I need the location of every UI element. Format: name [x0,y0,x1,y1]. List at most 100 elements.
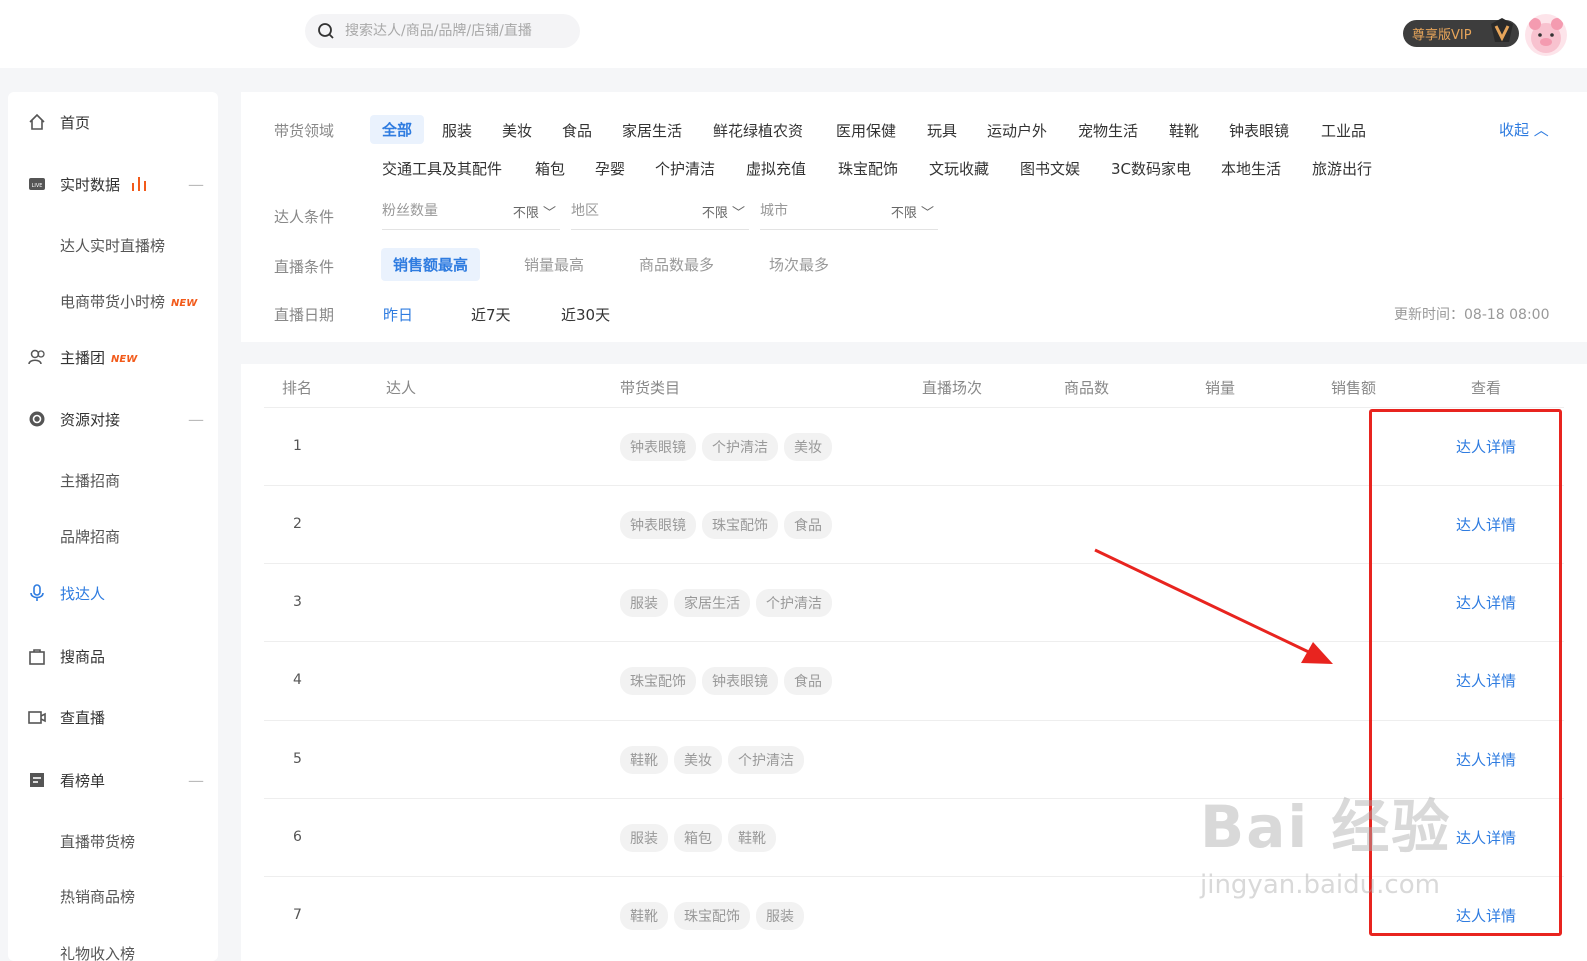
category-item[interactable]: 宠物生活 [1078,120,1138,141]
category-item[interactable]: 运动户外 [987,120,1047,141]
sort-sessions[interactable]: 场次最多 [757,248,841,281]
category-item[interactable]: 家居生活 [622,120,682,141]
sidebar-item-realtime-live-rank[interactable]: 达人实时直播榜 [60,230,240,260]
collapse-dash-icon[interactable]: — [188,410,204,429]
date-yesterday[interactable]: 昨日 [383,304,413,325]
live-icon: LIVE [26,173,48,195]
column-header-talent: 达人 [386,379,417,397]
category-item[interactable]: 美妆 [502,120,532,141]
sidebar-item-search-goods[interactable]: 搜商品 [26,641,206,671]
sidebar-item-label: 看榜单 [60,771,106,790]
vip-badge[interactable]: 尊享版VIP [1403,18,1519,47]
collapse-dash-icon[interactable]: — [188,175,204,194]
category-item[interactable]: 个护清洁 [655,158,715,179]
sidebar-item-label: 主播团 [60,348,106,367]
region-select-value: 不限 ﹀ [701,206,745,221]
sidebar-item-anchor-recruit[interactable]: 主播招商 [60,465,240,495]
category-item[interactable]: 图书文娱 [1020,158,1080,179]
date-30-days[interactable]: 近30天 [561,304,610,325]
fans-select[interactable]: 粉丝数量 不限 ﹀ [382,200,560,230]
category-tag: 家居生活 [674,589,750,617]
category-tags: 珠宝配饰 钟表眼镜 食品 [620,667,832,695]
sidebar: 首页 LIVE 实时数据 — 达人实时直播榜 电商带货小时榜 NEW 主播团 N… [8,92,218,961]
vip-crown-icon [1491,18,1513,42]
sidebar-item-find-talent[interactable]: 找达人 [26,578,206,608]
category-item[interactable]: 孕婴 [595,158,625,179]
column-header-view: 查看 [1471,379,1502,397]
bag-icon [26,645,48,667]
fans-select-value: 不限 ﹀ [512,206,556,221]
category-tag: 食品 [784,511,832,539]
rank-number: 4 [293,672,302,688]
sort-sales-volume[interactable]: 销量最高 [512,248,596,281]
sidebar-item-live-sales-rank[interactable]: 直播带货榜 [60,826,240,856]
category-item[interactable]: 3C数码家电 [1111,158,1191,179]
sidebar-item-rankings[interactable]: 看榜单 — [26,765,206,795]
rank-number: 5 [293,751,302,767]
category-tag: 珠宝配饰 [702,511,778,539]
rank-number: 2 [293,516,302,532]
category-item[interactable]: 箱包 [535,158,565,179]
category-item[interactable]: 食品 [562,120,592,141]
category-all[interactable]: 全部 [370,115,425,144]
category-tag: 食品 [784,667,832,695]
category-tag: 钟表眼镜 [702,667,778,695]
avatar[interactable] [1525,14,1567,56]
category-item[interactable]: 鲜花绿植农资 [713,120,803,141]
category-item[interactable]: 钟表眼镜 [1229,120,1289,141]
resource-icon [26,408,48,430]
list-board-icon [26,769,48,791]
category-item[interactable]: 服装 [442,120,472,141]
sidebar-item-realtime[interactable]: LIVE 实时数据 — [26,169,206,199]
rank-number: 7 [293,907,302,923]
sidebar-item-resource[interactable]: 资源对接 — [26,404,206,434]
category-item[interactable]: 文玩收藏 [929,158,989,179]
sidebar-item-label: 热销商品榜 [60,887,136,906]
category-tag: 鞋靴 [620,746,668,774]
category-item[interactable]: 工业品 [1321,120,1366,141]
collapse-button[interactable]: 收起 ︿ [1499,119,1549,140]
sidebar-item-label: 直播带货榜 [60,832,136,851]
column-header-goods[interactable]: 商品数 [1064,377,1109,398]
category-item[interactable]: 玩具 [927,120,957,141]
city-select[interactable]: 城市 不限 ﹀ [760,200,938,230]
new-badge: NEW [171,297,198,309]
sidebar-item-anchor-group[interactable]: 主播团 NEW [26,342,206,372]
region-select[interactable]: 地区 不限 ﹀ [571,200,749,230]
date-7-days[interactable]: 近7天 [471,304,511,325]
category-tag: 鞋靴 [620,902,668,930]
category-item[interactable]: 医用保健 [836,120,896,141]
search-input[interactable] [345,23,565,39]
sidebar-item-hot-goods-rank[interactable]: 热销商品榜 [60,881,240,911]
category-tag: 钟表眼镜 [620,433,696,461]
sidebar-item-home[interactable]: 首页 [26,107,206,137]
collapse-dash-icon[interactable]: — [188,771,204,790]
sidebar-item-label: 查直播 [60,708,106,727]
sidebar-item-check-live[interactable]: 查直播 [26,702,206,732]
column-header-amount[interactable]: 销售额 [1331,377,1376,398]
update-time: 更新时间：08-18 08:00 [1394,307,1550,323]
category-item[interactable]: 交通工具及其配件 [382,158,502,179]
watermark-url: jingyan.baidu.com [1200,870,1440,900]
category-item[interactable]: 虚拟充值 [746,158,806,179]
category-item[interactable]: 本地生活 [1221,158,1281,179]
sort-sales-amount[interactable]: 销售额最高 [381,248,481,281]
search-box[interactable] [305,14,580,48]
sidebar-item-gift-income-rank[interactable]: 礼物收入榜 [60,938,240,961]
sidebar-item-label: 电商带货小时榜 [60,292,166,311]
avatar-pig-icon [1529,18,1563,53]
sort-goods-count[interactable]: 商品数最多 [627,248,726,281]
sidebar-item-brand-recruit[interactable]: 品牌招商 [60,521,240,551]
microphone-icon [26,582,48,604]
talent-condition-label: 达人条件 [274,208,335,226]
category-tag: 箱包 [674,824,722,852]
sidebar-item-label: 达人实时直播榜 [60,236,166,255]
sidebar-item-ecom-hour-rank[interactable]: 电商带货小时榜 NEW [60,286,240,316]
category-item[interactable]: 珠宝配饰 [838,158,898,179]
column-header-rank: 排名 [282,379,313,397]
column-header-category: 带货类目 [620,379,681,397]
category-item[interactable]: 旅游出行 [1312,158,1372,179]
category-item[interactable]: 鞋靴 [1169,120,1199,141]
column-header-sessions[interactable]: 直播场次 [922,377,982,398]
column-header-volume[interactable]: 销量 [1205,377,1235,398]
